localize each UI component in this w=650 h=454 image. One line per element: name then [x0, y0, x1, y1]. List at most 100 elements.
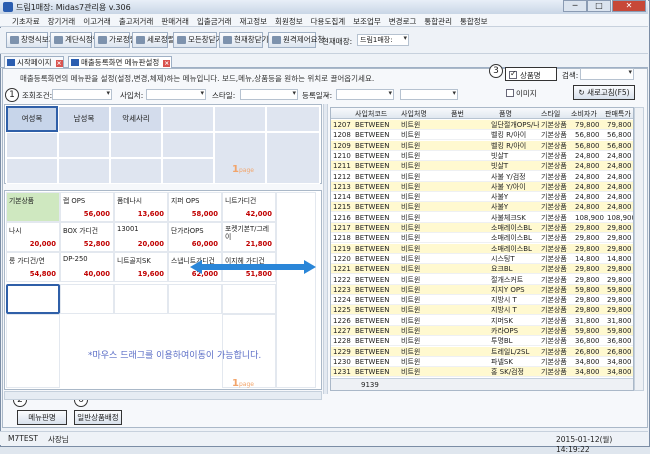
table-row[interactable]: 1215 BETWEEN 비트윈 사불Y 기본상품 24,800 24,800: [331, 202, 633, 213]
menu-slot[interactable]: [110, 132, 162, 158]
menu-slot[interactable]: [214, 132, 266, 184]
menu-item[interactable]: 회원정보: [271, 14, 307, 26]
search-input[interactable]: [580, 68, 634, 80]
product-slot[interactable]: [222, 284, 276, 314]
menu-slot[interactable]: [110, 158, 162, 184]
product-cell[interactable]: 랩 OPS 56,000: [60, 192, 114, 222]
horizontal-scrollbar[interactable]: [4, 391, 322, 400]
menu-slot[interactable]: [6, 158, 58, 184]
menu-item[interactable]: 보조업무: [349, 14, 385, 26]
product-cell[interactable]: 기본상품: [6, 192, 60, 222]
menu-item[interactable]: 다용도집계: [307, 14, 350, 26]
column-header[interactable]: 품명: [499, 109, 512, 119]
query-select[interactable]: [52, 89, 112, 100]
menu-item[interactable]: 통합정보: [456, 14, 492, 26]
table-row[interactable]: 1226 BETWEEN 비트윈 지머SK 기본상품 31,800 31,800: [331, 316, 633, 326]
vendor-select[interactable]: [146, 89, 206, 100]
product-cell[interactable]: 폼데나시 13,600: [114, 192, 168, 222]
table-row[interactable]: 1224 BETWEEN 비트윈 지방시 T 기본상품 29,800 29,800: [331, 295, 633, 306]
product-cell[interactable]: 니트가디건 42,000: [222, 192, 276, 222]
menu-item[interactable]: 통합관리: [420, 14, 456, 26]
table-row[interactable]: 1228 BETWEEN 비트윈 투명BL 기본상품 36,800 36,800: [331, 336, 633, 347]
table-row[interactable]: 1216 BETWEEN 비트윈 사불체크SK 기본상품 108,900108,900: [331, 213, 633, 223]
refresh-button[interactable]: ↻ 새로고침(F5): [573, 85, 635, 100]
column-header[interactable]: 스타일: [541, 109, 560, 119]
table-row[interactable]: 1225 BETWEEN 비트윈 지방시 T 기본상품 29,800 29,800: [331, 305, 633, 316]
product-slot[interactable]: [276, 192, 316, 388]
splitter[interactable]: [323, 104, 328, 394]
table-row[interactable]: 1220 BETWEEN 비트윈 시스팅T 기본상품 14,800 14,800: [331, 254, 633, 264]
product-cell[interactable]: 나시 20,000: [6, 222, 60, 252]
table-row[interactable]: 1213 BETWEEN 비트윈 사불 Y/아이 기본상품 24,800 24,800: [331, 181, 633, 192]
image-checkbox[interactable]: [506, 89, 514, 97]
product-cell[interactable]: 니트골지SK 19,600: [114, 252, 168, 282]
minimize-button[interactable]: ─: [563, 0, 587, 12]
menu-slot[interactable]: [266, 132, 320, 184]
toolbar-button[interactable]: 창령식보기: [6, 32, 56, 48]
toolbar-button[interactable]: 모든창닫기: [173, 32, 223, 48]
style-select[interactable]: [240, 89, 298, 100]
column-header[interactable]: 판매특가: [605, 109, 631, 119]
maximize-button[interactable]: □: [587, 0, 611, 12]
menu-item[interactable]: 장기거래: [44, 14, 80, 26]
column-header[interactable]: 품번: [451, 109, 464, 119]
table-row[interactable]: 1217 BETWEEN 비트윈 소매레이스BL 기본상품 29,800 29,800: [331, 223, 633, 233]
close-icon[interactable]: ×: [163, 60, 171, 67]
table-row[interactable]: 1222 BETWEEN 비트윈 절개스커트 기본상품 29,800 29,800: [331, 275, 633, 285]
expand-icon[interactable]: ◂: [325, 92, 328, 99]
product-cell[interactable]: BOX 가디건 52,800: [60, 222, 114, 252]
product-cell[interactable]: 포켓기본T/그레이 21,800: [222, 222, 276, 252]
close-icon[interactable]: ×: [55, 60, 63, 67]
menu-item[interactable]: 재고정보: [235, 14, 271, 26]
menu-item[interactable]: 입출금거래: [193, 14, 236, 26]
product-cell[interactable]: 롱 가디건/연 54,800: [6, 252, 60, 282]
date-from[interactable]: [336, 89, 394, 100]
table-row[interactable]: 1223 BETWEEN 비트윈 지지Y OPS 기본상품 59,800 59,800: [331, 284, 633, 295]
table-row[interactable]: 1214 BETWEEN 비트윈 사불Y 기본상품 24,800 24,800: [331, 192, 633, 203]
toolbar-button[interactable]: 계단식정렬: [50, 32, 100, 48]
menu-item[interactable]: 판매거래: [157, 14, 193, 26]
table-row[interactable]: 1230 BETWEEN 비트윈 파넬SK 기본상품 34,800 34,800: [331, 357, 633, 367]
tab-start-page[interactable]: 시작페이지 ×: [4, 56, 64, 68]
table-row[interactable]: 1221 BETWEEN 비트윈 요크BL 기본상품 29,800 29,800: [331, 264, 633, 275]
menu-slot[interactable]: [6, 132, 58, 158]
menu-item[interactable]: 변경로그: [385, 14, 421, 26]
table-row[interactable]: 1219 BETWEEN 비트윈 소매레이스BL 기본상품 29,800 29,800: [331, 243, 633, 254]
menu-item[interactable]: 이고거래: [79, 14, 115, 26]
column-header[interactable]: 사입처명: [401, 109, 427, 119]
product-checkbox-box[interactable]: 상품명: [505, 67, 557, 81]
table-row[interactable]: 1229 BETWEEN 비트윈 트레일L/2SL 기본상품 26,800 26,800: [331, 346, 633, 357]
table-row[interactable]: 1207 BETWEEN 비트윈 일단절개OPS/나원기본상품 79,800 79,800: [331, 120, 633, 130]
product-slot[interactable]: [60, 284, 114, 314]
toolbar-button[interactable]: 가로정렬: [94, 32, 137, 48]
table-row[interactable]: 1208 BETWEEN 비트윈 벨킹 R/아이 기본상품 56,800 56,800: [331, 130, 633, 141]
menu-slot[interactable]: [162, 106, 214, 132]
menu-slot[interactable]: [58, 132, 110, 158]
product-slot-selected[interactable]: [6, 284, 60, 314]
toolbar-button[interactable]: 원격제어요청: [268, 32, 324, 48]
product-cell[interactable]: 지퍼 OPS 58,000: [168, 192, 222, 222]
product-cell[interactable]: 13001 20,000: [114, 222, 168, 252]
table-row[interactable]: 1211 BETWEEN 비트윈 빗살T 기본상품 24,800 24,800: [331, 161, 633, 172]
menu-slot[interactable]: [58, 158, 110, 184]
table-row[interactable]: 1227 BETWEEN 비트윈 카라OPS 기본상품 59,800 59,800: [331, 326, 633, 336]
product-slot[interactable]: [6, 314, 60, 388]
menu-edit-button[interactable]: 메뉴판명: [17, 410, 67, 425]
column-header[interactable]: 소비자가: [571, 109, 597, 119]
date-to[interactable]: [400, 89, 458, 100]
menu-slot[interactable]: [214, 106, 266, 132]
table-row[interactable]: 1212 BETWEEN 비트윈 사불 Y/검정 기본상품 24,800 24,800: [331, 172, 633, 182]
product-slot[interactable]: [114, 284, 168, 314]
column-header[interactable]: 사입처코드: [355, 109, 387, 119]
menu-category[interactable]: 여성복: [6, 106, 58, 132]
product-cell[interactable]: 단가라OPS 60,000: [168, 222, 222, 252]
product-checkbox[interactable]: [509, 69, 517, 79]
menu-category[interactable]: 남성복: [58, 106, 110, 132]
menu-slot[interactable]: [162, 158, 214, 184]
toolbar-button[interactable]: 현재창닫기: [219, 32, 269, 48]
menu-item[interactable]: 출고저거래: [115, 14, 158, 26]
product-slot[interactable]: [168, 284, 222, 314]
table-row[interactable]: 1210 BETWEEN 비트윈 빗살T 기본상품 24,800 24,800: [331, 151, 633, 161]
table-row[interactable]: 1209 BETWEEN 비트윈 벨킹 R/아이 기본상품 56,800 56,800: [331, 140, 633, 151]
table-row[interactable]: 1231 BETWEEN 비트윈 홍 SK/검정 기본상품 34,800 34,800: [331, 367, 633, 378]
